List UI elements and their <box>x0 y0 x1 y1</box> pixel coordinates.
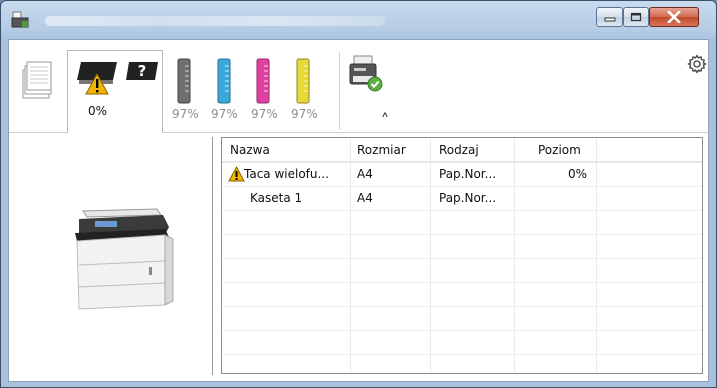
status-toolbar: ? 0% 97% 97% 97% 97% ∧ <box>9 40 708 133</box>
row-separator <box>222 258 702 259</box>
row-type: Pap.Nor... <box>439 191 497 205</box>
cyan-toner-label: 97% <box>211 107 238 121</box>
window-title <box>45 16 385 26</box>
toner-warning-icon <box>77 62 117 95</box>
table-header-row: Nazwa Rozmiar Rodzaj Poziom <box>222 138 702 162</box>
printer-app-icon <box>11 11 29 28</box>
maximize-button[interactable] <box>623 7 649 27</box>
printer-illustration <box>75 208 174 310</box>
header-rozmiar[interactable]: Rozmiar <box>357 138 406 162</box>
title-bar[interactable] <box>1 1 716 39</box>
close-button[interactable] <box>649 7 699 27</box>
row-level: 0% <box>568 167 588 181</box>
collapse-arrow-icon[interactable]: ∧ <box>381 110 389 119</box>
row-size: A4 <box>357 191 373 205</box>
black-toner-icon[interactable] <box>176 58 192 104</box>
minimize-icon <box>597 8 622 26</box>
header-nazwa[interactable]: Nazwa <box>230 138 270 162</box>
close-icon <box>650 8 698 26</box>
yellow-toner-label: 97% <box>291 107 318 121</box>
row-separator <box>222 306 702 307</box>
client-area: ? 0% 97% 97% 97% 97% ∧ Nazwa Rozmiar Rod… <box>8 39 709 382</box>
row-size: A4 <box>357 167 373 181</box>
unknown-status-icon: ? <box>126 62 158 80</box>
row-name: Taca wielofu... <box>244 167 329 181</box>
maximize-icon <box>624 8 648 26</box>
black-toner-label: 97% <box>172 107 199 121</box>
device-ready-icon[interactable] <box>346 54 386 94</box>
panel-divider <box>212 137 213 375</box>
toner-warning-label: 0% <box>88 104 108 118</box>
yellow-toner-icon[interactable] <box>295 58 311 104</box>
header-rodzaj[interactable]: Rodzaj <box>439 138 479 162</box>
minimize-button[interactable] <box>596 7 623 27</box>
table-row[interactable]: Taca wielofu... A4 Pap.Nor... 0% <box>222 162 702 186</box>
paper-source-table: Nazwa Rozmiar Rodzaj Poziom Taca wielofu… <box>221 137 703 374</box>
unknown-glyph: ? <box>138 62 147 80</box>
row-separator <box>222 330 702 331</box>
row-separator <box>222 210 702 211</box>
toolbar-separator <box>339 52 340 130</box>
row-separator <box>222 234 702 235</box>
header-poziom[interactable]: Poziom <box>538 138 581 162</box>
row-name: Kaseta 1 <box>250 191 303 205</box>
warning-icon <box>228 166 245 182</box>
status-monitor-window: ? 0% 97% 97% 97% 97% ∧ Nazwa Rozmiar Rod… <box>0 0 717 388</box>
row-type: Pap.Nor... <box>439 167 497 181</box>
table-row[interactable]: Kaseta 1 A4 Pap.Nor... <box>222 186 702 210</box>
magenta-toner-label: 97% <box>251 107 278 121</box>
row-separator <box>222 282 702 283</box>
cyan-toner-icon[interactable] <box>216 58 232 104</box>
row-separator <box>222 354 702 355</box>
magenta-toner-icon[interactable] <box>255 58 271 104</box>
settings-gear-icon[interactable] <box>687 54 707 74</box>
main-panel: Nazwa Rozmiar Rodzaj Poziom Taca wielofu… <box>9 133 708 381</box>
document-stack-icon[interactable] <box>21 56 53 100</box>
